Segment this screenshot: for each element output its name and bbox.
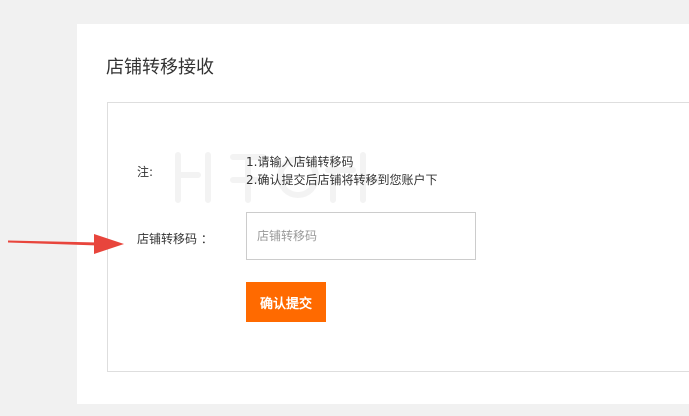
- transfer-panel: 店铺转移接收 注: 1.请输入店铺转移码 2.确认提交后店铺将转移到您账户下 店…: [77, 24, 689, 404]
- submit-button[interactable]: 确认提交: [246, 282, 326, 322]
- transfer-code-label: 店铺转移码 ：: [137, 232, 213, 246]
- note-lines: 1.请输入店铺转移码 2.确认提交后店铺将转移到您账户下: [246, 153, 437, 189]
- note-line-1: 1.请输入店铺转移码: [246, 155, 354, 169]
- red-arrow-icon: [8, 234, 124, 254]
- page-title: 店铺转移接收: [106, 57, 214, 78]
- transfer-form-box: 注: 1.请输入店铺转移码 2.确认提交后店铺将转移到您账户下 店铺转移码 ： …: [107, 102, 689, 372]
- transfer-code-input[interactable]: [246, 212, 476, 260]
- note-line-2: 2.确认提交后店铺将转移到您账户下: [246, 173, 438, 187]
- note-label: 注:: [137, 165, 154, 179]
